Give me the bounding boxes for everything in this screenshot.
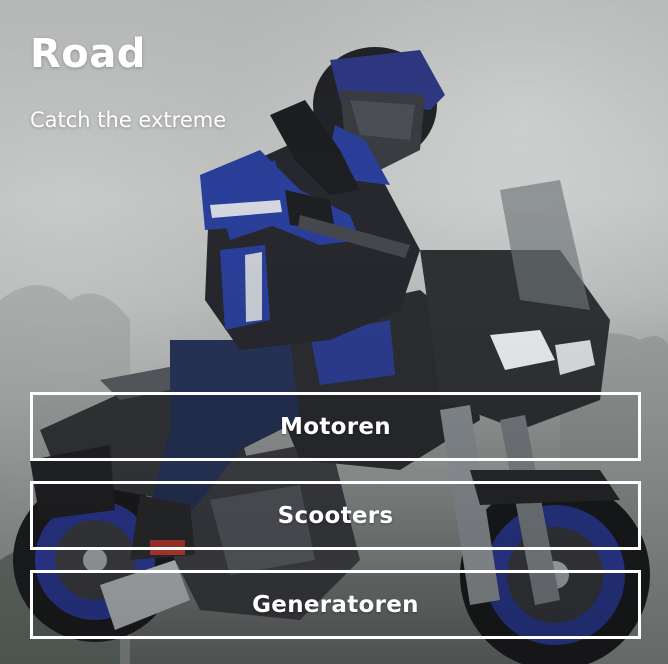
hero-banner: Road Catch the extreme Motoren Scooters … [0, 0, 668, 664]
page-subtitle: Catch the extreme [30, 108, 227, 132]
category-nav: Motoren Scooters Generatoren [30, 392, 641, 659]
motoren-button[interactable]: Motoren [30, 392, 641, 461]
generatoren-button[interactable]: Generatoren [30, 570, 641, 639]
scooters-button[interactable]: Scooters [30, 481, 641, 550]
page-title: Road [30, 31, 146, 77]
